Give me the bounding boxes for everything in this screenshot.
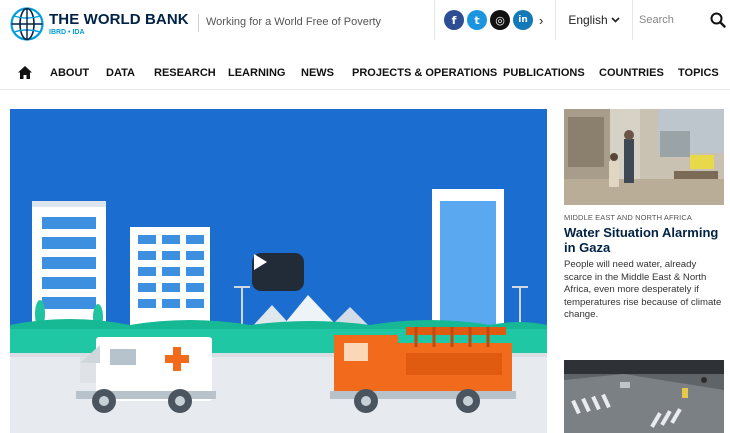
logo-subtitle: IBRD • IDA	[49, 29, 85, 36]
story-title[interactable]: Water Situation Alarming in Gaza	[564, 225, 724, 255]
tagline-divider	[198, 14, 199, 32]
nav-item-learning[interactable]: LEARNING	[228, 67, 285, 79]
street-photo[interactable]	[564, 360, 724, 433]
instagram-icon[interactable]: ◎	[490, 10, 510, 30]
side-story: MIDDLE EAST AND NORTH AFRICA Water Situa…	[564, 109, 724, 322]
language-label: English	[568, 13, 608, 27]
chevron-down-icon	[611, 17, 620, 23]
facebook-icon[interactable]: f	[444, 10, 464, 30]
nav-item-news[interactable]: NEWS	[301, 67, 334, 79]
home-icon[interactable]	[18, 66, 32, 79]
social-links: f t ◎ in ›	[434, 0, 554, 40]
tagline: Working for a World Free of Poverty	[206, 16, 382, 28]
nav-item-publications[interactable]: PUBLICATIONS	[503, 67, 585, 79]
twitter-icon[interactable]: t	[467, 10, 487, 30]
globe-logo-icon	[10, 7, 44, 41]
search-box	[634, 0, 730, 40]
nav-item-about[interactable]: ABOUT	[50, 67, 89, 79]
nav-item-countries[interactable]: COUNTRIES	[599, 67, 664, 79]
linkedin-icon[interactable]: in	[513, 10, 533, 30]
nav-item-projects-operations[interactable]: PROJECTS & OPERATIONS	[352, 67, 497, 79]
play-button[interactable]	[252, 253, 304, 291]
play-icon	[254, 254, 267, 270]
story-description: People will need water, already scarce i…	[564, 259, 722, 321]
story-region: MIDDLE EAST AND NORTH AFRICA	[564, 213, 692, 222]
search-icon[interactable]	[710, 12, 726, 28]
world-bank-logo[interactable]: THE WORLD BANK IBRD • IDA	[10, 6, 189, 42]
nav-item-research[interactable]: RESEARCH	[154, 67, 216, 79]
site-header: THE WORLD BANK IBRD • IDA Working for a …	[0, 0, 730, 46]
logo-name: THE WORLD BANK	[49, 11, 189, 28]
nav-item-topics[interactable]: TOPICS	[678, 67, 719, 79]
search-input[interactable]	[639, 14, 703, 26]
nav-item-data[interactable]: DATA	[106, 67, 135, 79]
hero-video[interactable]	[10, 109, 547, 433]
language-selector[interactable]: English	[555, 0, 633, 40]
social-more-chevron-icon[interactable]: ›	[539, 13, 543, 28]
gaza-water-photo[interactable]	[564, 109, 724, 205]
main-nav: ABOUT DATA RESEARCH LEARNING NEWS PROJEC…	[0, 58, 730, 90]
